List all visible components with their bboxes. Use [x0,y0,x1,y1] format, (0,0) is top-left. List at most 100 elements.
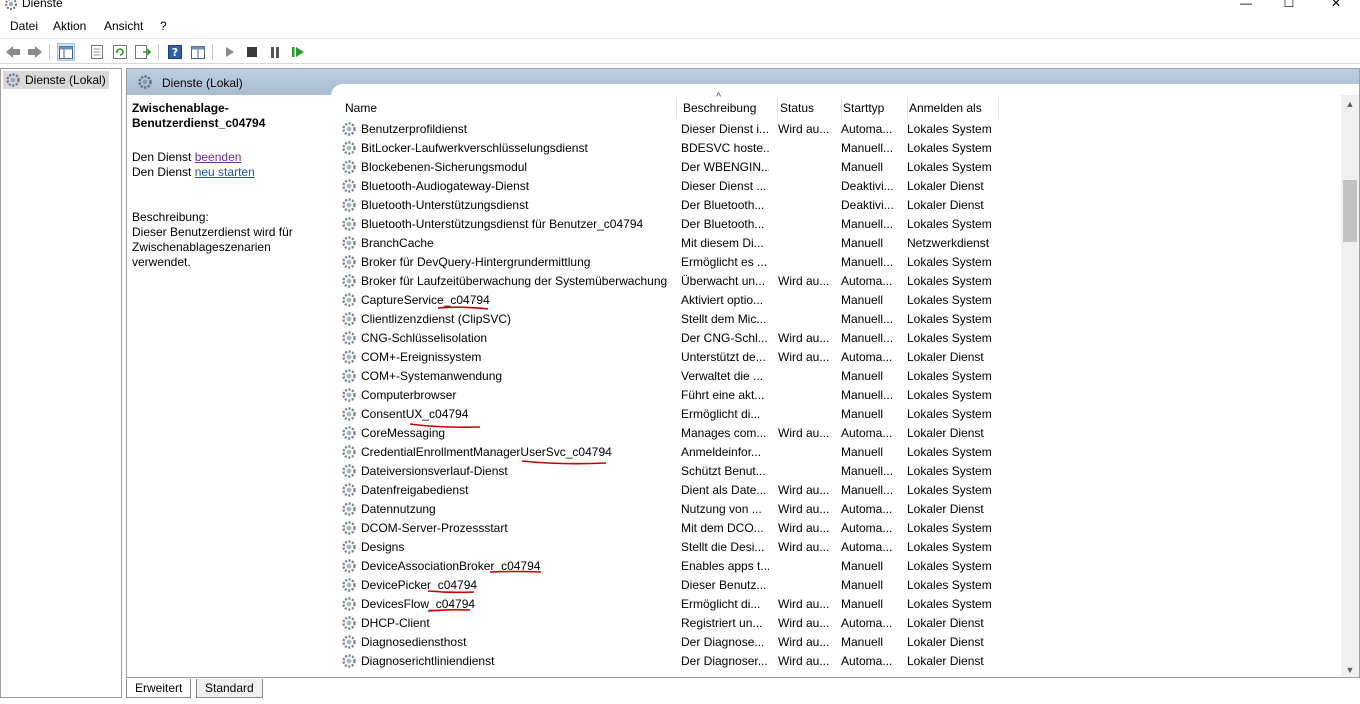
service-name: DHCP-Client [361,616,430,630]
table-row[interactable]: COM+-Ereignissystem Unterstützt de... Wird… [341,348,1341,367]
table-row[interactable]: BranchCache Mit diesem Di... Manuell Netzwe… [341,234,1341,253]
resume-icon[interactable] [289,43,307,61]
service-starttype: Automa... [841,122,893,136]
service-gear-icon [341,463,357,479]
toolbar-separator [49,44,50,60]
table-row[interactable]: Designs Stellt die Desi... Wird au... Autom… [341,538,1341,557]
service-description: Dieser Dienst i... [681,122,769,136]
maximize-button[interactable]: ☐ [1266,0,1312,12]
table-row[interactable]: DeviceAssociationBroker_c04794 Enables ap… [341,557,1341,576]
table-row[interactable]: Benutzerprofildienst Dieser Dienst i... Wi… [341,120,1341,139]
refresh-icon[interactable] [111,43,129,61]
service-name: Dateiversionsverlauf-Dienst [361,464,508,478]
table-row[interactable]: Broker für Laufzeitüberwachung der Syste… [341,272,1341,291]
menu-ansicht[interactable]: Ansicht [104,19,143,33]
table-row[interactable]: DevicesFlow_c04794 Ermöglicht di... Wird a… [341,595,1341,614]
service-logon: Lokales System [907,160,992,174]
service-description: Dieser Dienst ... [681,179,767,193]
column-header-description[interactable]: Beschreibung [683,97,778,119]
service-starttype: Manuell... [841,483,894,497]
column-header-starttype[interactable]: Starttyp [843,97,908,119]
service-gear-icon [341,216,357,232]
service-gear-icon [341,368,357,384]
table-row[interactable]: CredentialEnrollmentManagerUserSvc_c0479… [341,443,1341,462]
view-icon[interactable] [189,43,207,61]
service-gear-icon [341,501,357,517]
scroll-up-icon[interactable]: ▲ [1341,95,1359,113]
service-name: Clientlizenzdienst (ClipSVC) [361,312,512,326]
stop-action-line: Den Dienst beenden [132,150,330,165]
pause-icon[interactable] [266,43,284,61]
service-description: Führt eine akt... [681,388,765,402]
menu-datei[interactable]: Datei [10,19,38,33]
table-row[interactable]: Broker für DevQuery-Hintergrundermittlun… [341,253,1341,272]
stop-service-link[interactable]: beenden [195,150,242,164]
tab-standard[interactable]: Standard [196,679,263,698]
service-gear-icon [341,444,357,460]
table-row[interactable]: Diagnosediensthost Der Diagnose... Wird au… [341,633,1341,652]
table-row[interactable]: Clientlizenzdienst (ClipSVC) Stellt dem M… [341,310,1341,329]
service-name: COM+-Ereignissystem [361,350,482,364]
service-gear-icon [341,330,357,346]
service-logon: Lokaler Dienst [907,654,984,668]
tree-item-services-local[interactable]: Dienste (Lokal) [3,71,109,89]
properties-icon[interactable] [88,43,106,61]
table-row[interactable]: Bluetooth-Audiogateway-Dienst Dieser Dien… [341,177,1341,196]
show-tree-icon[interactable] [57,43,75,61]
table-row[interactable]: DevicePicker_c04794 Dieser Benutz... Manue… [341,576,1341,595]
table-row[interactable]: CNG-Schlüsselisolation Der CNG-Schl... Wir… [341,329,1341,348]
service-logon: Lokales System [907,331,992,345]
service-gear-icon [341,425,357,441]
export-icon[interactable] [134,43,152,61]
minimize-button[interactable]: — [1223,0,1269,12]
service-logon: Lokales System [907,597,992,611]
table-row[interactable]: COM+-Systemanwendung Verwaltet die ... Man… [341,367,1341,386]
table-row[interactable]: Bluetooth-Unterstützungsdienst Der Blueto… [341,196,1341,215]
tab-erweitert[interactable]: Erweitert [126,679,192,698]
column-header-name[interactable]: Name [345,97,677,119]
forward-icon[interactable] [26,43,44,61]
table-row[interactable]: DCOM-Server-Prozessstart Mit dem DCO... Wi… [341,519,1341,538]
service-starttype: Manuell... [841,312,894,326]
table-row[interactable]: DHCP-Client Registriert un... Wird au... Au… [341,614,1341,633]
service-logon: Lokaler Dienst [907,502,984,516]
scroll-down-icon[interactable]: ▼ [1341,661,1359,677]
table-row[interactable]: Datennutzung Nutzung von ... Wird au... Aut… [341,500,1341,519]
table-row[interactable]: Datenfreigabedienst Dient als Date... Wird… [341,481,1341,500]
table-row[interactable]: BitLocker-Laufwerkverschlüsselungsdienst… [341,139,1341,158]
service-name: DCOM-Server-Prozessstart [361,521,508,535]
back-icon[interactable] [4,43,22,61]
service-description: Der Bluetooth... [681,217,765,231]
service-gear-icon [341,254,357,270]
service-name: BranchCache [361,236,434,250]
start-icon[interactable] [221,43,239,61]
service-logon: Lokales System [907,122,992,136]
restart-service-link[interactable]: neu starten [195,165,255,179]
column-header-logon[interactable]: Anmelden als [909,97,999,119]
table-row[interactable]: CaptureService_c04794 Aktiviert optio... M… [341,291,1341,310]
service-status: Wird au... [778,635,830,649]
menu-help[interactable]: ? [160,19,167,33]
table-row[interactable]: CoreMessaging Manages com... Wird au... Aut… [341,424,1341,443]
vertical-scrollbar[interactable]: ▲ ▼ [1341,95,1359,677]
service-name: Datennutzung [361,502,436,516]
close-button[interactable]: ✕ [1313,0,1359,12]
service-starttype: Manuell [841,597,884,611]
column-header-status[interactable]: Status [780,97,842,119]
table-row[interactable]: Diagnosericht­liniendienst Der Diagnoser.… [341,652,1341,671]
menu-aktion[interactable]: Aktion [53,19,86,33]
service-status: Wird au... [778,502,830,516]
service-name: Bluetooth-Unterstützungsdienst [361,198,529,212]
service-starttype: Automa... [841,350,893,364]
scrollbar-thumb[interactable] [1343,180,1357,242]
service-logon: Lokales System [907,559,992,573]
table-row[interactable]: Bluetooth-Unterstützungsdienst für Benut… [341,215,1341,234]
service-starttype: Manuell [841,369,884,383]
help-icon[interactable]: ? [166,43,184,61]
stop-icon[interactable] [243,43,261,61]
action-prefix: Den Dienst [132,150,195,164]
table-row[interactable]: Computerbrowser Führt eine akt... Manuell.… [341,386,1341,405]
table-row[interactable]: ConsentUX_c04794 Ermöglicht di... Manuell L… [341,405,1341,424]
table-row[interactable]: Dateiversionsverlauf-Dienst Schützt Benut… [341,462,1341,481]
table-row[interactable]: Blockebenen-Sicherungsmodul Der WBENGIN..… [341,158,1341,177]
